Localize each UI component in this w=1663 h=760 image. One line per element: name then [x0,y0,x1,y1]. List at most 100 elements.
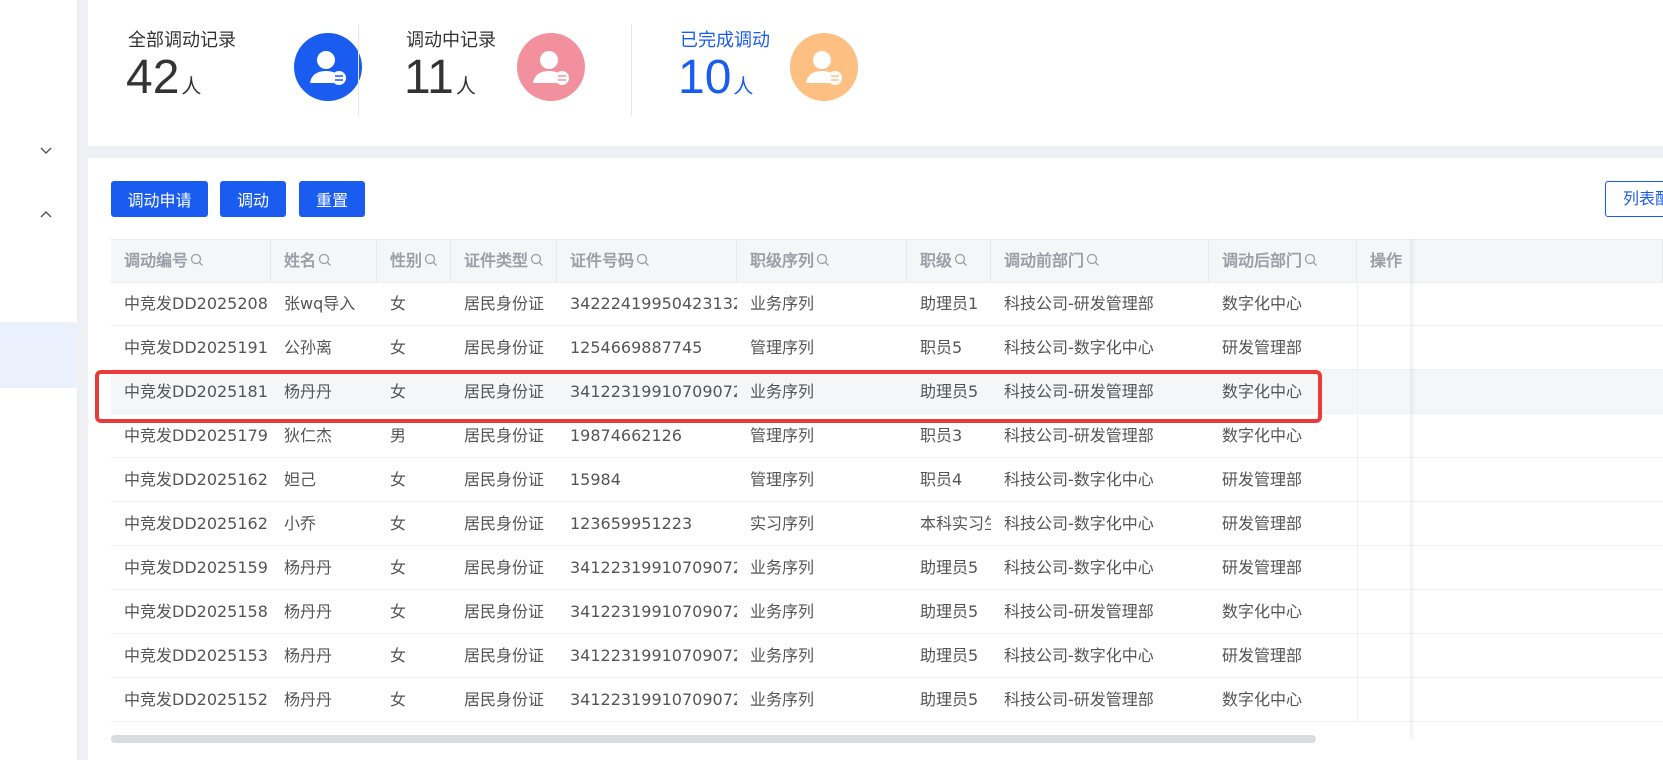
header-col-from-dept[interactable]: 调动前部门 [991,240,1209,282]
list-config-button[interactable]: 列表配置 [1605,181,1663,217]
cell-gender: 女 [390,470,407,489]
header-col-to-dept[interactable]: 调动后部门 [1209,240,1357,282]
stat-total: 全部调动记录 42 人 [126,0,362,146]
header-col-actions[interactable]: 操作 [1357,240,1663,282]
cell-actions[interactable] [1357,458,1663,502]
reset-button[interactable]: 重置 [299,181,365,217]
header-col-name[interactable]: 姓名 [271,240,377,282]
cell-transfer-no: 中竞发DD2025162 [124,470,268,489]
cell-id-type: 居民身份证 [464,338,545,357]
header-col-grade-series[interactable]: 职级序列 [737,240,907,282]
header-label: 职级序列 [750,251,815,270]
search-icon[interactable] [1086,241,1100,266]
cell-grade-series: 管理序列 [750,338,815,357]
transfer-list-panel: 调动申请 调动 重置 列表配置 调动编号姓名性别证件类型证件号码职级序列职级调动… [88,158,1663,760]
cell-actions[interactable] [1357,590,1663,634]
cell-id-number: 342224199504231324 [570,294,737,313]
cell-transfer-no: 中竞发DD2025158 [124,602,268,621]
cell-from-dept: 科技公司-数字化中心 [1004,338,1154,357]
search-icon[interactable] [1304,241,1318,266]
stat-in-progress: 调动中记录 11 人 [404,0,636,146]
cell-actions[interactable] [1357,326,1663,370]
cell-name: 杨丹丹 [284,646,333,665]
cell-from-dept: 科技公司-数字化中心 [1004,514,1154,533]
header-label: 证件号码 [570,251,635,270]
cell-grade: 助理员5 [920,646,979,665]
table-row[interactable]: 中竞发DD2025191 公孙离 女 居民身份证 1254669887745 管理序列 职员… [111,326,1663,370]
cell-to-dept: 研发管理部 [1222,338,1303,357]
search-icon[interactable] [424,241,438,266]
cell-name: 杨丹丹 [284,558,333,577]
cell-grade: 职员4 [920,470,963,489]
cell-id-number: 341223199107090727 [570,690,737,709]
header-col-grade[interactable]: 职级 [907,240,991,282]
cell-actions[interactable] [1357,282,1663,326]
stat-value: 11 人 [404,51,476,104]
table-row[interactable]: 中竞发DD2025159 杨丹丹 女 居民身份证 341223199107090727 业… [111,546,1663,590]
table-row[interactable]: 中竞发DD2025208 张wq导入 女 居民身份证 34222419950423132… [111,282,1663,326]
cell-grade: 职员5 [920,338,963,357]
header-col-id-type[interactable]: 证件类型 [451,240,557,282]
cell-id-number: 341223199107090727 [570,558,737,577]
table-row[interactable]: 中竞发DD2025162 小乔 女 居民身份证 123659951223 实习序列 本科实习… [111,502,1663,546]
cell-id-number: 1254669887745 [570,338,703,357]
table-row[interactable]: 中竞发DD2025158 杨丹丹 女 居民身份证 341223199107090727 业… [111,590,1663,634]
table-row[interactable]: 中竞发DD2025152 杨丹丹 女 居民身份证 341223199107090727 业… [111,678,1663,722]
cell-grade-series: 实习序列 [750,514,815,533]
cell-gender: 女 [390,338,407,357]
cell-grade: 助理员5 [920,690,979,709]
cell-to-dept: 数字化中心 [1222,602,1303,621]
cell-actions[interactable] [1357,502,1663,546]
chevron-down-icon[interactable] [38,142,54,158]
cell-actions[interactable] [1357,546,1663,590]
table-row[interactable]: 中竞发DD2025162 妲己 女 居民身份证 15984 管理序列 职员4 科技公司-数字化… [111,458,1663,502]
cell-grade-series: 业务序列 [750,646,815,665]
table-header: 调动编号 姓名 性别 证件类型 证件号码 职级序列 职级 调动前部门 调动后部门 操作 [111,239,1663,283]
cell-name: 杨丹丹 [284,690,333,709]
cell-from-dept: 科技公司-研发管理部 [1004,690,1154,709]
cell-id-type: 居民身份证 [464,690,545,709]
header-col-transfer-no[interactable]: 调动编号 [111,240,271,282]
search-icon[interactable] [190,241,204,266]
cell-gender: 女 [390,602,407,621]
header-label: 职级 [920,251,953,270]
horizontal-scrollbar[interactable] [111,735,1316,743]
sidebar [0,0,77,760]
stat-divider [358,24,359,116]
cell-gender: 女 [390,646,407,665]
header-label: 调动编号 [124,251,189,270]
header-label: 调动前部门 [1004,251,1085,270]
cell-id-type: 居民身份证 [464,646,545,665]
apply-transfer-button[interactable]: 调动申请 [111,181,208,217]
cell-id-type: 居民身份证 [464,602,545,621]
sidebar-active-item[interactable] [0,322,77,388]
cell-grade: 助理员5 [920,558,979,577]
cell-id-number: 341223199107090727 [570,646,737,665]
search-icon[interactable] [318,241,332,266]
cell-actions[interactable] [1357,678,1663,722]
cell-to-dept: 研发管理部 [1222,558,1303,577]
header-label: 操作 [1370,251,1403,270]
header-col-id-number[interactable]: 证件号码 [557,240,737,282]
cell-transfer-no: 中竞发DD2025208 [124,294,268,313]
cell-actions[interactable] [1357,414,1663,458]
cell-transfer-no: 中竞发DD2025152 [124,690,268,709]
search-icon[interactable] [954,241,968,266]
cell-gender: 女 [390,294,407,313]
search-icon[interactable] [816,241,830,266]
stat-completed: 已完成调动 10 人 [678,0,910,146]
table-row[interactable]: 中竞发DD2025153 杨丹丹 女 居民身份证 341223199107090727 业… [111,634,1663,678]
transfer-button[interactable]: 调动 [220,181,286,217]
search-icon[interactable] [530,241,544,266]
cell-id-type: 居民身份证 [464,470,545,489]
cell-actions[interactable] [1357,634,1663,678]
cell-actions[interactable] [1357,370,1663,414]
cell-grade: 助理员1 [920,294,979,313]
cell-gender: 女 [390,558,407,577]
header-col-gender[interactable]: 性别 [377,240,451,282]
chevron-up-icon[interactable] [38,207,54,223]
search-icon[interactable] [636,241,650,266]
cell-grade-series: 管理序列 [750,470,815,489]
cell-from-dept: 科技公司-研发管理部 [1004,294,1154,313]
cell-name: 小乔 [284,514,317,533]
